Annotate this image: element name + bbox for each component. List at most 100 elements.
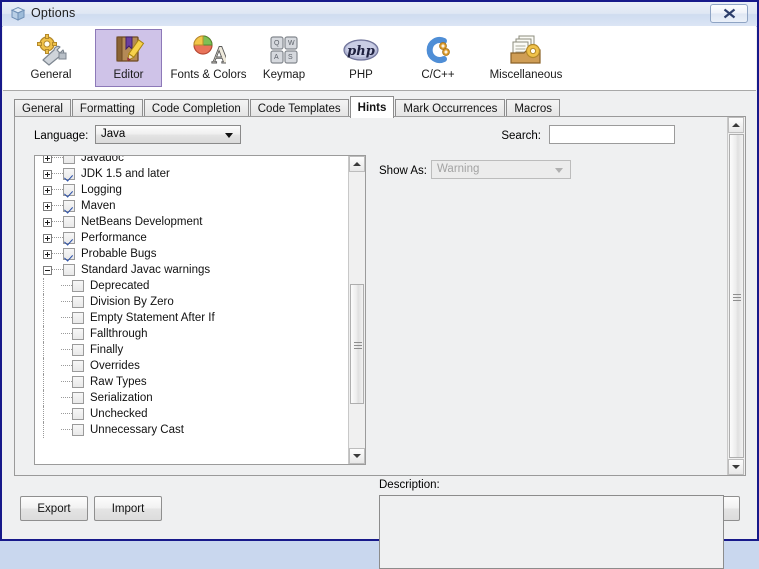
tab-hints[interactable]: Hints (349, 96, 395, 118)
tree-checkbox[interactable] (72, 424, 84, 436)
tree-row-label: Unchecked (90, 408, 148, 420)
expand-icon[interactable] (43, 201, 52, 211)
scrollbar-thumb[interactable] (350, 284, 364, 404)
search-input[interactable] (549, 125, 675, 144)
tree-checkbox[interactable] (72, 376, 84, 388)
tree-checkbox[interactable] (63, 264, 75, 276)
toolbar-item-keymap[interactable]: Q W A S Keymap (254, 29, 314, 87)
svg-text:A: A (211, 43, 226, 66)
tree-guide-line (43, 406, 45, 422)
tree-checkbox[interactable] (72, 392, 84, 404)
triangle-down-icon (732, 465, 740, 469)
tree-row[interactable]: Overrides (35, 358, 349, 374)
import-button[interactable]: Import (94, 496, 162, 521)
show-as-select[interactable]: Warning (431, 160, 571, 179)
toolbar-item-general[interactable]: General (16, 29, 86, 87)
scroll-down-button[interactable] (349, 448, 365, 464)
tab-strip: General Formatting Code Completion Code … (14, 96, 561, 118)
tree-checkbox[interactable] (63, 168, 75, 180)
expand-icon[interactable] (43, 185, 52, 195)
c-plus-plus-icon (422, 33, 454, 67)
tree-row-label: Fallthrough (90, 328, 148, 340)
tree-checkbox[interactable] (72, 408, 84, 420)
tab-label: Macros (514, 103, 553, 115)
tree-guide-dots (52, 205, 63, 207)
collapse-icon[interactable] (43, 265, 52, 275)
tree-checkbox[interactable] (72, 280, 84, 292)
scroll-up-button[interactable] (349, 156, 365, 172)
keyboard-keys-icon: Q W A S (268, 33, 300, 67)
tree-checkbox[interactable] (63, 156, 75, 164)
tree-guide-dots (52, 237, 63, 239)
tree-checkbox[interactable] (63, 232, 75, 244)
tree-row[interactable]: Raw Types (35, 374, 349, 390)
tree-row-label: Probable Bugs (81, 248, 157, 260)
svg-text:W: W (288, 40, 295, 47)
tree-row[interactable]: Empty Statement After If (35, 310, 349, 326)
tree-checkbox[interactable] (63, 248, 75, 260)
tree-row[interactable]: Deprecated (35, 278, 349, 294)
tree-guide-line (43, 278, 45, 294)
expand-icon[interactable] (43, 249, 52, 259)
svg-text:Q: Q (274, 40, 280, 47)
panel-scrollbar[interactable] (727, 117, 745, 475)
toolbar-item-php[interactable]: php PHP (330, 29, 392, 87)
tree-row-label: JDK 1.5 and later (81, 168, 170, 180)
tree-row[interactable]: NetBeans Development (35, 214, 349, 230)
tree-row-label: Logging (81, 184, 122, 196)
tree-checkbox[interactable] (63, 200, 75, 212)
import-label: Import (111, 502, 145, 515)
tree-checkbox[interactable] (63, 216, 75, 228)
close-button[interactable] (710, 4, 748, 23)
expand-icon[interactable] (43, 169, 52, 179)
tree-row[interactable]: Fallthrough (35, 326, 349, 342)
tree-checkbox[interactable] (63, 184, 75, 196)
triangle-down-icon (353, 454, 361, 458)
toolbar-item-c-cpp[interactable]: C/C++ (407, 29, 469, 87)
tree-checkbox[interactable] (72, 344, 84, 356)
tree-guide-dots (61, 365, 72, 367)
tree-checkbox[interactable] (72, 312, 84, 324)
hints-panel-content: Language: Java Search: Javadoc JDK 1.5 an… (15, 117, 727, 569)
toolbar-item-editor[interactable]: Editor (95, 29, 162, 87)
toolbar-item-fonts-colors[interactable]: A Fonts & Colors (166, 29, 251, 87)
tree-row[interactable]: Logging (35, 182, 349, 198)
tree-guide-dots (61, 285, 72, 287)
hints-tree[interactable]: Javadoc JDK 1.5 and later Logging Maven NetB… (34, 155, 366, 465)
scrollbar-thumb[interactable] (729, 134, 744, 458)
expand-icon[interactable] (43, 156, 52, 163)
tree-guide-dots (61, 429, 72, 431)
tree-row[interactable]: Javadoc (35, 156, 349, 166)
export-button[interactable]: Export (20, 496, 88, 521)
hints-tree-scrollbar[interactable] (348, 156, 365, 464)
expand-icon[interactable] (43, 233, 52, 243)
tree-checkbox[interactable] (72, 360, 84, 372)
tree-row[interactable]: Unchecked (35, 406, 349, 422)
tree-row[interactable]: Unnecessary Cast (35, 422, 349, 438)
tree-checkbox[interactable] (72, 328, 84, 340)
tree-guide-line (43, 374, 45, 390)
toolbar-item-miscellaneous[interactable]: Miscellaneous (476, 29, 576, 87)
scroll-down-button[interactable] (728, 459, 744, 475)
tree-row-label: NetBeans Development (81, 216, 203, 228)
language-select[interactable]: Java (95, 125, 241, 144)
tree-row[interactable]: Serialization (35, 390, 349, 406)
tree-row-label: Raw Types (90, 376, 147, 388)
tree-checkbox[interactable] (72, 296, 84, 308)
tree-row-label: Finally (90, 344, 124, 356)
grip-icon (354, 340, 362, 349)
tree-row[interactable]: JDK 1.5 and later (35, 166, 349, 182)
tree-row[interactable]: Maven (35, 198, 349, 214)
tree-row[interactable]: Standard Javac warnings (35, 262, 349, 278)
tree-row[interactable]: Probable Bugs (35, 246, 349, 262)
tree-row[interactable]: Performance (35, 230, 349, 246)
toolbar-item-label: C/C++ (421, 69, 455, 81)
tree-guide-dots (61, 413, 72, 415)
tree-row-label: Deprecated (90, 280, 150, 292)
tree-row[interactable]: Division By Zero (35, 294, 349, 310)
tree-row[interactable]: Finally (35, 342, 349, 358)
expand-icon[interactable] (43, 217, 52, 227)
tree-guide-dots (52, 221, 63, 223)
scroll-up-button[interactable] (728, 117, 744, 133)
tree-guide-dots (61, 301, 72, 303)
